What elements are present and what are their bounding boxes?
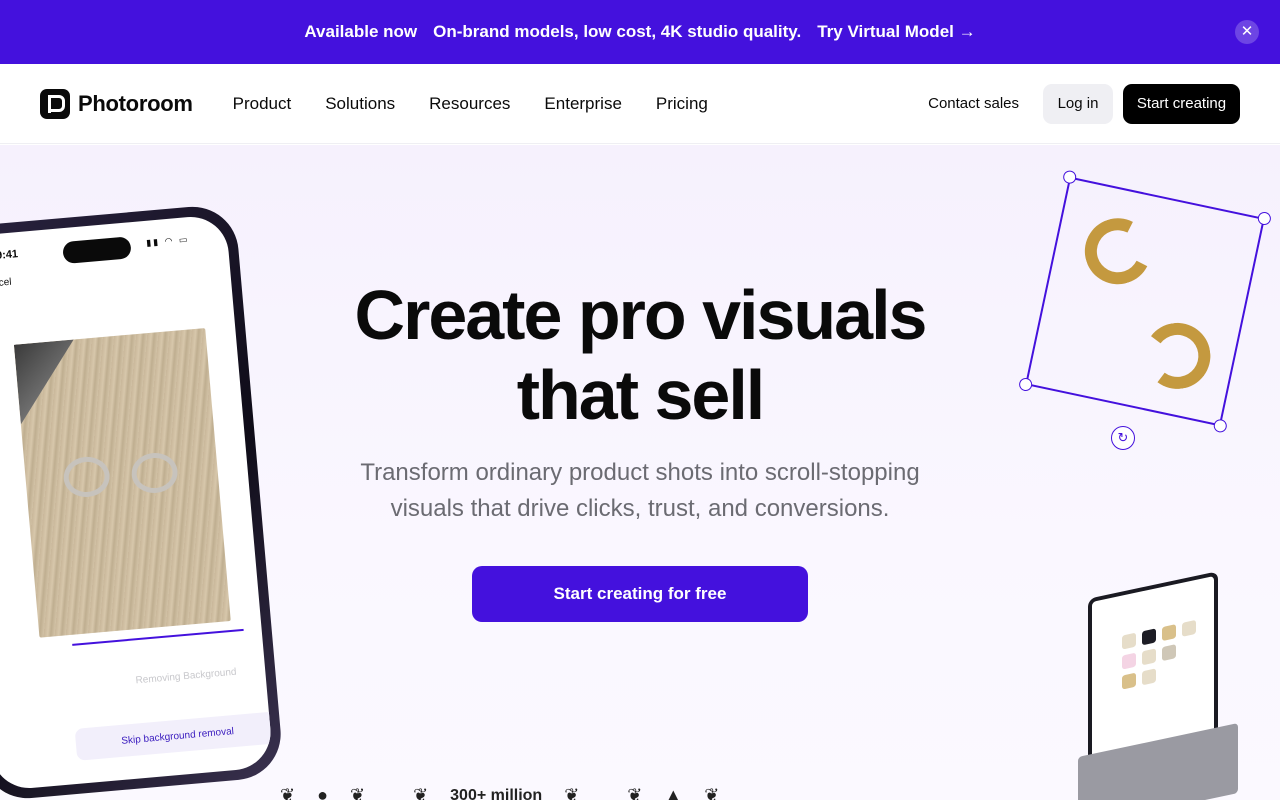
rotate-icon[interactable]: ↻ <box>1111 426 1135 450</box>
nav-menu: Product Solutions Resources Enterprise P… <box>233 94 708 114</box>
gallery-thumbnail <box>1142 648 1156 666</box>
subtitle-line-1: Transform ordinary product shots into sc… <box>360 459 920 486</box>
gallery-thumbnail <box>1162 624 1176 642</box>
gallery-thumbnail <box>1122 652 1136 670</box>
resize-handle[interactable] <box>1062 169 1078 185</box>
awards-strip: ❦ ● ❦ ❦ 300+ million ❦ ❦ ▲ ❦ <box>280 785 719 800</box>
login-button[interactable]: Log in <box>1043 83 1113 124</box>
laptop-mockup <box>1078 571 1248 800</box>
apple-icon: ● <box>317 785 328 800</box>
logo[interactable]: Photoroom <box>40 88 193 119</box>
laurel-icon: ❦ <box>627 785 643 800</box>
nav-item-solutions[interactable]: Solutions <box>325 94 395 114</box>
try-virtual-model-link[interactable]: Try Virtual Model → <box>817 22 975 42</box>
award-item: ❦ ● ❦ <box>280 785 365 800</box>
award-item: ❦ 300+ million ❦ <box>413 785 579 800</box>
laurel-icon: ❦ <box>564 785 580 800</box>
gold-earring-image <box>1140 318 1215 394</box>
resize-handle[interactable] <box>1256 210 1273 227</box>
android-icon: ▲ <box>664 785 683 800</box>
hero-section: 9:41 ▮▮ ◠ ▭ Cancel Removing Background S… <box>0 145 1280 800</box>
skip-background-removal-button[interactable]: Skip background removal <box>74 711 274 761</box>
laurel-icon: ❦ <box>349 785 366 800</box>
subtitle-line-2: visuals that drive clicks, trust, and co… <box>390 495 890 522</box>
announcement-message: On-brand models, low cost, 4K studio qua… <box>433 22 802 41</box>
close-icon[interactable]: ✕ <box>1235 20 1259 44</box>
hero-subtitle: Transform ordinary product shots into sc… <box>0 455 1280 527</box>
announcement-bar: Available now On-brand models, low cost,… <box>0 0 1280 64</box>
gallery-thumbnail <box>1182 619 1196 637</box>
gallery-thumbnail <box>1142 668 1156 686</box>
gallery-thumbnail <box>1122 672 1136 690</box>
nav-item-resources[interactable]: Resources <box>429 94 510 114</box>
laurel-icon: ❦ <box>413 785 429 800</box>
contact-sales-link[interactable]: Contact sales <box>914 95 1033 112</box>
gallery-thumbnail <box>1122 632 1136 650</box>
nav-item-pricing[interactable]: Pricing <box>656 94 708 114</box>
nav-actions: Contact sales Log in Start creating <box>914 83 1240 124</box>
phone-notch <box>62 236 132 265</box>
removing-background-status: Removing Background <box>135 666 237 687</box>
phone-time: 9:41 <box>0 248 19 262</box>
award-text: 300+ million <box>450 786 543 800</box>
photoroom-logo-icon <box>40 88 70 119</box>
gallery-thumbnail <box>1162 644 1176 662</box>
start-creating-button[interactable]: Start creating <box>1123 83 1240 124</box>
announcement-tag: Available now <box>304 22 418 41</box>
start-creating-free-button[interactable]: Start creating for free <box>472 566 808 622</box>
gallery-thumbnail <box>1142 628 1156 646</box>
signal-wifi-battery-icon: ▮▮ ◠ ▭ <box>145 234 190 248</box>
award-item: ❦ ▲ ❦ <box>627 785 719 800</box>
main-nav: Photoroom Product Solutions Resources En… <box>0 64 1280 144</box>
laurel-icon: ❦ <box>280 785 296 800</box>
gold-earring-image <box>1076 209 1160 293</box>
logo-text: Photoroom <box>78 90 193 116</box>
nav-item-enterprise[interactable]: Enterprise <box>544 94 621 114</box>
laurel-icon: ❦ <box>704 785 720 800</box>
nav-item-product[interactable]: Product <box>233 94 292 114</box>
